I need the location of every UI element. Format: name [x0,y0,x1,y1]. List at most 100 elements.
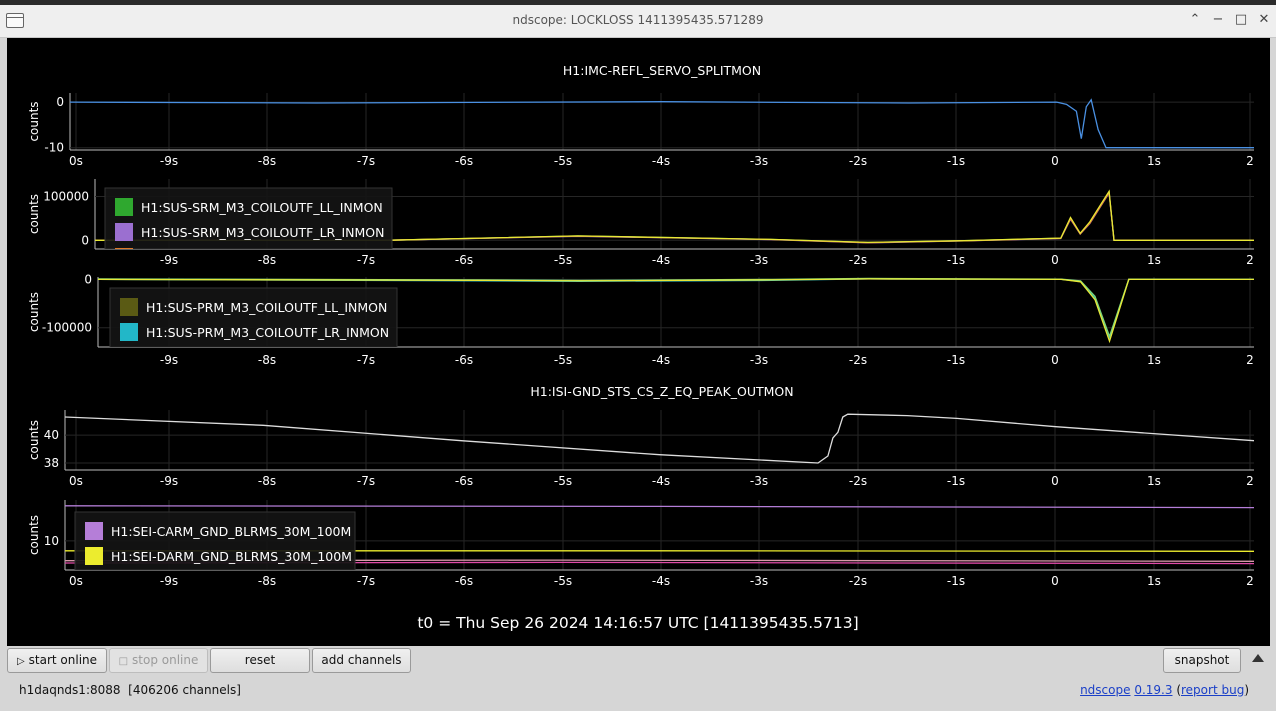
x-tick-label: -4s [652,574,670,588]
legend-swatch [120,298,138,316]
x-tick-label: -1s [947,574,965,588]
x-tick-label: 0 [1051,474,1059,488]
x-tick-label: -4s [652,474,670,488]
x-tick-label: -2s [849,154,867,168]
y-tick-label: -100000 [42,321,92,335]
version-link[interactable]: 0.19.3 [1134,683,1172,697]
x-tick-label: -7s [357,353,375,367]
x-tick-label: 2 [1246,474,1254,488]
control-bar: ▷ start online □ stop online reset add cha… [0,646,1276,676]
plot-panel-4: 40 38counts 0s -9s -8s -7s -6s -5s -4s -3s -2s -1s 0… [27,384,1254,488]
add-channels-button[interactable]: add channels [312,648,411,673]
x-tick-label: -8s [258,353,276,367]
server-address: h1daqnds1:8088 [19,683,121,697]
x-tick-label: 2 [1246,154,1254,168]
x-tick-label: 0 [1051,154,1059,168]
maximize-icon[interactable]: □ [1232,11,1250,29]
plot-title: H1:IMC-REFL_SERVO_SPLITMON [563,63,761,78]
x-tick-label: -8s [258,574,276,588]
minimize-icon[interactable]: − [1209,11,1227,29]
plot-panel-1: 0 -10counts 0s -9s -8s -7s -6s -5s -4s -3s -2s -1s 0… [27,63,1254,168]
x-tick-label: 0s [69,574,83,588]
x-tick-label: -9s [160,474,178,488]
stop-icon: □ [118,656,129,667]
series-line [70,98,1254,149]
x-tick-label: -1s [947,353,965,367]
legend-label: H1:SUS-SRM_M3_COILOUTF_LL_INMON [141,200,383,215]
legend-swatch [115,223,133,241]
x-tick-label: -1s [947,253,965,267]
y-axis-label: counts [27,515,41,555]
legend-label: H1:SEI-DARM_GND_BLRMS_30M_100M [111,549,352,564]
y-tick-label: 40 [44,428,59,442]
x-tick-label: -2s [849,253,867,267]
x-tick-label: 0 [1051,253,1059,267]
x-tick-label: -5s [554,154,572,168]
scope-canvas[interactable]: 0-10counts0s -9s -8s -7s -6s -5s -4s -3s -2s -1s 0… [7,38,1270,646]
x-tick-label: -6s [455,253,473,267]
snapshot-button[interactable]: snapshot [1163,648,1241,673]
y-axis-label: counts [27,420,41,460]
scope-plot-area[interactable]: 0 -10 counts 0s -9s -8s -7s -6s -5s -4s -3s -2s -1s 0… [7,38,1270,646]
x-tick-label: -6s [455,353,473,367]
legend-box: H1:SEI-CARM_GND_BLRMS_30M_100M H1:SEI-DAR… [74,511,356,590]
collapse-panel-icon[interactable] [1252,654,1264,662]
channel-count: [406206 channels] [128,683,241,697]
window-titlebar: ndscope: LOCKLOSS 1411395435.571289 ⌃ − … [0,5,1276,38]
x-tick-label: 0s [69,154,83,168]
legend-swatch [115,198,133,216]
x-tick-label: -6s [455,574,473,588]
x-tick-label: -6s [455,154,473,168]
legend-swatch [120,348,138,366]
report-bug-link[interactable]: report bug [1181,683,1244,697]
start-online-button[interactable]: ▷ start online [7,648,107,673]
legend-label: H1:SUS-PRM_M3_COILOUTF_LR_INMON [146,325,389,340]
legend-label: H1:SUS-PRM_M3_COILOUTF_LL_INMON [146,300,387,315]
plot-panel-5: 10counts 0s -9s -8s -7s -6s -5s -4s -3s -2s -1s 0 1s… [27,500,1254,590]
y-axis-label: counts [27,101,41,141]
x-tick-label: 0s [69,474,83,488]
keep-above-icon[interactable]: ⌃ [1186,11,1204,29]
x-tick-label: -7s [357,474,375,488]
legend-swatch [85,572,103,590]
y-tick-label: 38 [44,456,59,470]
y-axis-label: counts [27,292,41,332]
x-tick-label: -7s [357,253,375,267]
x-tick-label: -8s [258,154,276,168]
series-line [65,505,1254,509]
x-tick-label: 2 [1246,253,1254,267]
x-tick-label: -2s [849,574,867,588]
reset-button[interactable]: reset [210,648,310,673]
legend-label: H1:SEI-CARM_GND_BLRMS_30M_100M [111,524,351,539]
x-tick-label: -5s [554,474,572,488]
y-axis-label: counts [27,194,41,234]
x-tick-label: 2 [1246,353,1254,367]
ndscope-link[interactable]: ndscope [1080,683,1130,697]
stop-online-button[interactable]: □ stop online [109,648,208,673]
play-icon: ▷ [16,656,25,667]
series-line [65,413,1254,464]
x-tick-label: 0 [1051,353,1059,367]
status-bar: h1daqnds1:8088 [406206 channels] ndscope… [0,678,1276,704]
x-tick-label: -9s [160,154,178,168]
legend-label: H1:SUS-SRM_M3_COILOUTF_LR_INMON [141,225,384,240]
legend-swatch [115,248,133,249]
y-tick-label: 10 [44,534,59,548]
x-tick-label: -2s [849,353,867,367]
x-tick-label: 1s [1147,253,1161,267]
window-title: ndscope: LOCKLOSS 1411395435.571289 [512,13,764,27]
x-tick-label: -3s [750,353,768,367]
x-tick-label: -4s [652,353,670,367]
x-tick-label: 2 [1246,574,1254,588]
x-tick-label: -6s [455,474,473,488]
x-tick-label: -7s [357,154,375,168]
x-tick-label: -3s [750,253,768,267]
legend-swatch [85,522,103,540]
y-tick-label: 0 [84,272,92,286]
t0-timestamp: t0 = Thu Sep 26 2024 14:16:57 UTC [14113… [417,614,858,632]
x-tick-label: -3s [750,154,768,168]
version-info: ndscope 0.19.3 (report bug) [1080,683,1249,697]
legend-box: H1:SUS-PRM_M3_COILOUTF_LL_INMON H1:SUS-PR… [109,287,398,366]
close-icon[interactable]: ✕ [1255,11,1273,29]
x-tick-label: -5s [554,353,572,367]
